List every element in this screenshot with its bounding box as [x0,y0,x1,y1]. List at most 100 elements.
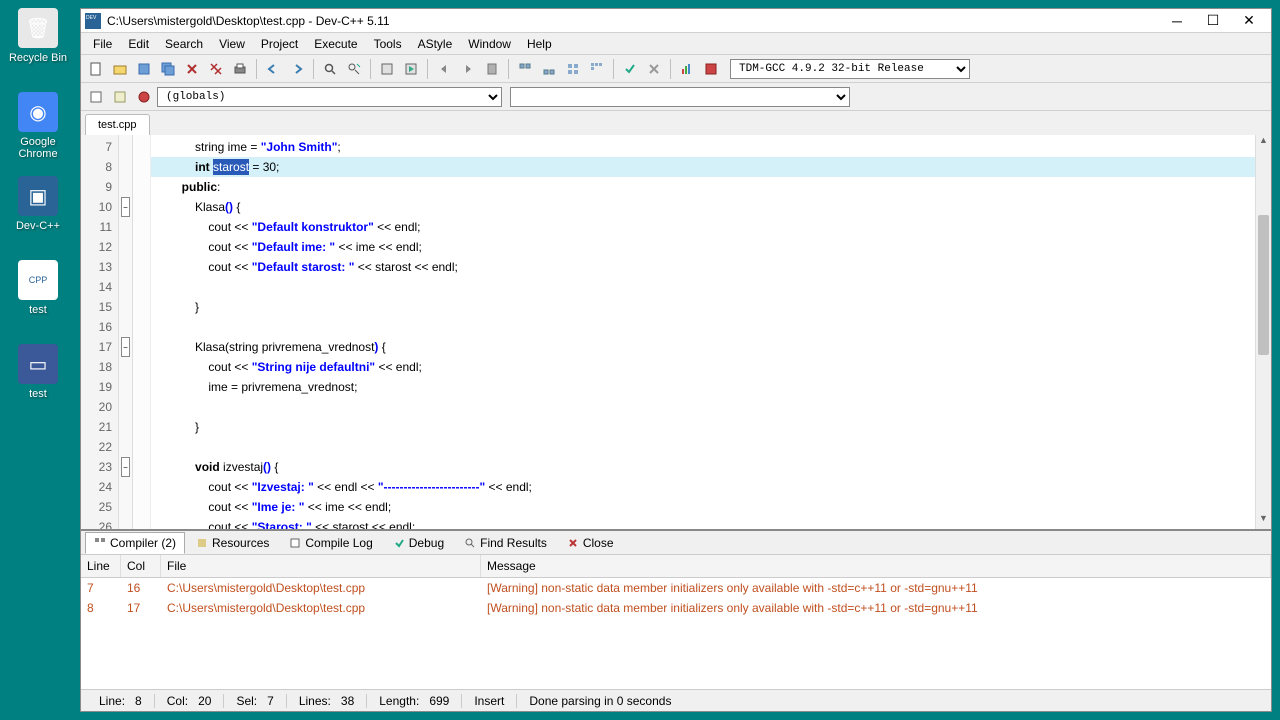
code-line[interactable]: public: [151,177,1271,197]
class-browser-button[interactable] [109,86,131,108]
code-line[interactable]: cout << "Default konstruktor" << endl; [151,217,1271,237]
col-line[interactable]: Line [81,555,121,577]
print-button[interactable] [229,58,251,80]
col-col[interactable]: Col [121,555,161,577]
check-button[interactable] [619,58,641,80]
code-line[interactable]: void izvestaj() { [151,457,1271,477]
code-line[interactable]: cout << "String nije defaultni" << endl; [151,357,1271,377]
code-line[interactable] [151,397,1271,417]
profile-button[interactable] [676,58,698,80]
maximize-button[interactable]: ☐ [1195,11,1231,31]
code-editor[interactable]: string ime = "John Smith"; int starost =… [151,135,1271,529]
new-class-button[interactable] [85,86,107,108]
back-button[interactable] [433,58,455,80]
code-line[interactable] [151,437,1271,457]
menu-edit[interactable]: Edit [120,34,157,54]
tab-test-cpp[interactable]: test.cpp [85,114,150,135]
debug-del-button[interactable] [700,58,722,80]
menu-tools[interactable]: Tools [366,34,410,54]
menu-window[interactable]: Window [460,34,519,54]
redo-button[interactable] [286,58,308,80]
status-col: 20 [198,694,211,708]
close-file-button[interactable] [181,58,203,80]
desktop-icon-test-cpp[interactable]: CPPtest [8,260,68,316]
file-tabs: test.cpp [81,111,1271,135]
tab-debug[interactable]: Debug [384,532,453,554]
main-window: C:\Users\mistergold\Desktop\test.cpp - D… [80,8,1272,712]
code-line[interactable]: Klasa() { [151,197,1271,217]
status-lines: 38 [341,694,354,708]
tab-find-results[interactable]: Find Results [455,532,556,554]
compiler-select[interactable]: TDM-GCC 4.9.2 32-bit Release [730,59,970,79]
run-button[interactable] [400,58,422,80]
scrollbar-thumb[interactable] [1258,215,1269,355]
menu-file[interactable]: File [85,34,120,54]
close-all-button[interactable] [205,58,227,80]
toggle-button[interactable] [562,58,584,80]
undo-button[interactable] [262,58,284,80]
toolbar-secondary: (globals) [81,83,1271,111]
close-button[interactable]: ✕ [1231,11,1267,31]
devcpp-icon: ▣ [18,176,58,216]
tab-resources[interactable]: Resources [187,532,278,554]
code-line[interactable]: } [151,297,1271,317]
compile-button[interactable] [376,58,398,80]
open-file-button[interactable] [109,58,131,80]
code-line[interactable]: cout << "Default ime: " << ime << endl; [151,237,1271,257]
menu-view[interactable]: View [211,34,253,54]
vertical-scrollbar[interactable]: ▲ ▼ [1255,135,1271,529]
col-file[interactable]: File [161,555,481,577]
menu-execute[interactable]: Execute [306,34,365,54]
tab-close[interactable]: Close [558,532,623,554]
code-line[interactable]: } [151,417,1271,437]
desktop-icon-chrome[interactable]: ◉Google Chrome [8,92,68,160]
fold-toggle[interactable]: − [121,197,130,217]
minimize-button[interactable]: ─ [1159,11,1195,31]
desktop-icon-devcpp[interactable]: ▣Dev-C++ [8,176,68,232]
code-line[interactable]: int starost = 30; [151,157,1271,177]
col-message[interactable]: Message [481,555,1271,577]
compiler-row[interactable]: 817C:\Users\mistergold\Desktop\test.cpp[… [81,598,1271,618]
code-line[interactable]: cout << "Izvestaj: " << endl << "-------… [151,477,1271,497]
scroll-up-icon[interactable]: ▲ [1256,135,1271,151]
status-line: 8 [135,694,142,708]
code-line[interactable]: cout << "Default starost: " << starost <… [151,257,1271,277]
desktop-icon-test-exe[interactable]: ▭test [8,344,68,400]
compiler-row[interactable]: 716C:\Users\mistergold\Desktop\test.cpp[… [81,578,1271,598]
menu-search[interactable]: Search [157,34,211,54]
titlebar: C:\Users\mistergold\Desktop\test.cpp - D… [81,9,1271,33]
menu-help[interactable]: Help [519,34,560,54]
find-button[interactable] [319,58,341,80]
save-button[interactable] [133,58,155,80]
menu-astyle[interactable]: AStyle [410,34,461,54]
scroll-down-icon[interactable]: ▼ [1256,513,1271,529]
compiler-table-header: Line Col File Message [81,555,1271,578]
insert-button[interactable] [538,58,560,80]
menu-project[interactable]: Project [253,34,306,54]
code-line[interactable]: cout << "Ime je: " << ime << endl; [151,497,1271,517]
status-length: 699 [429,694,449,708]
code-line[interactable] [151,317,1271,337]
new-file-button[interactable] [85,58,107,80]
test-exe-icon: ▭ [18,344,58,384]
goto-button[interactable] [514,58,536,80]
cancel-button[interactable] [643,58,665,80]
fold-toggle[interactable]: − [121,337,130,357]
fold-toggle[interactable]: − [121,457,130,477]
save-all-button[interactable] [157,58,179,80]
bookmark-button[interactable] [481,58,503,80]
globals-combo[interactable]: (globals) [157,87,502,107]
code-line[interactable]: cout << "Starost: " << starost << endl; [151,517,1271,529]
debug-button[interactable] [133,86,155,108]
tab-compile-log[interactable]: Compile Log [280,532,381,554]
desktop-icon-recycle-bin[interactable]: 🗑Recycle Bin [8,8,68,64]
code-line[interactable]: Klasa(string privremena_vrednost) { [151,337,1271,357]
code-line[interactable]: ime = privremena_vrednost; [151,377,1271,397]
tab-compiler[interactable]: Compiler (2) [85,532,185,554]
members-combo[interactable] [510,87,850,107]
replace-button[interactable] [343,58,365,80]
forward-button[interactable] [457,58,479,80]
code-line[interactable]: string ime = "John Smith"; [151,137,1271,157]
grid-button[interactable] [586,58,608,80]
code-line[interactable] [151,277,1271,297]
